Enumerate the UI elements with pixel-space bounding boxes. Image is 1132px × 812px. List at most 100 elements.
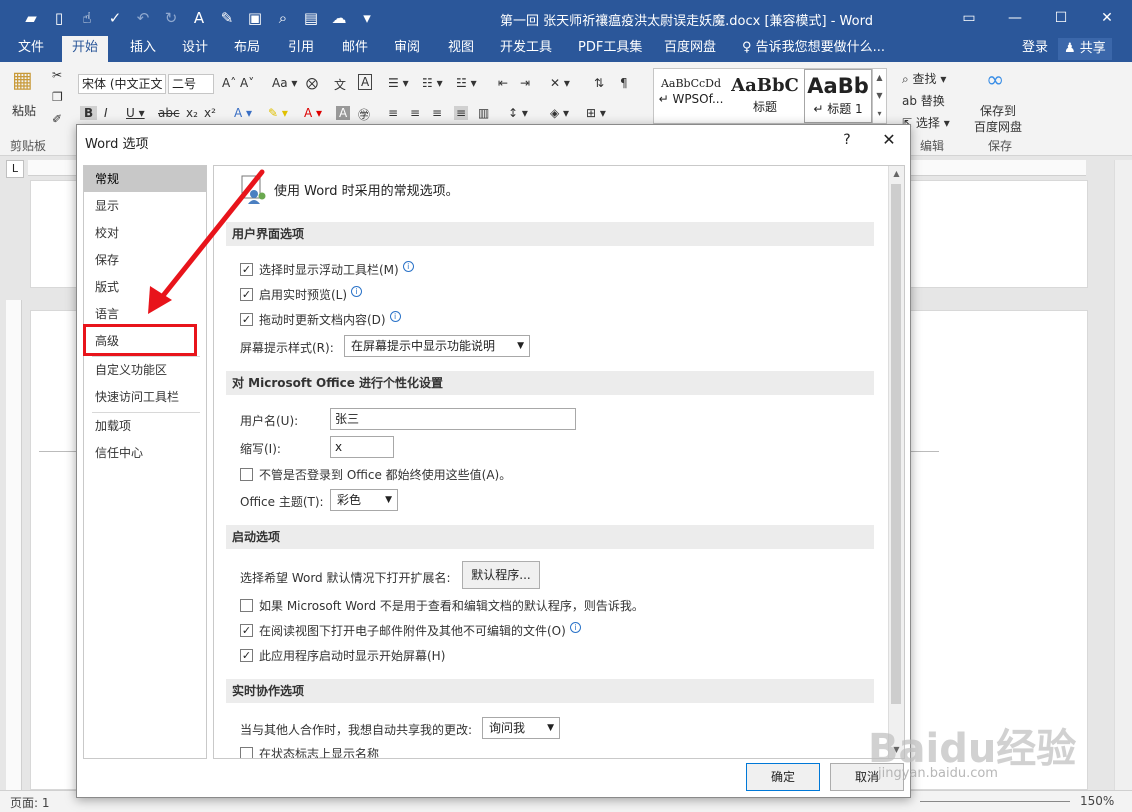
tab-selector[interactable]: L xyxy=(6,160,24,178)
nav-item-typography[interactable]: 版式 xyxy=(84,274,206,300)
styles-scroll[interactable]: ▲ ▼ ▾ xyxy=(872,69,886,123)
zoom-level[interactable]: 150% xyxy=(1080,794,1114,808)
nav-item-trust-center[interactable]: 信任中心 xyxy=(84,440,206,466)
strikethrough-icon[interactable]: abc xyxy=(158,106,180,120)
initials-input[interactable]: x xyxy=(330,436,394,458)
align-right-icon[interactable]: ≡ xyxy=(432,106,442,120)
tab-mailings[interactable]: 邮件 xyxy=(338,36,372,62)
username-input[interactable]: 张三 xyxy=(330,408,576,430)
tell-me-box[interactable]: ♀ 告诉我您想要做什么... xyxy=(742,36,885,60)
tab-file[interactable]: 文件 xyxy=(14,36,48,62)
decrease-indent-icon[interactable]: ⇤ xyxy=(498,76,508,90)
subscript-icon[interactable]: x₂ xyxy=(186,106,198,120)
clear-format-icon[interactable]: ⨂ xyxy=(306,76,318,90)
grow-font-icon[interactable]: A˄ A˅ xyxy=(222,76,254,90)
copy-icon[interactable]: ❐ xyxy=(52,90,63,104)
info-icon[interactable]: i xyxy=(389,311,401,322)
option-start-screen[interactable]: ✓ 此应用程序启动时显示开始屏幕(H) xyxy=(240,647,445,664)
option-update-drag[interactable]: ✓ 拖动时更新文档内容(D) i xyxy=(240,311,401,328)
close-icon[interactable]: ✕ xyxy=(877,129,901,151)
share-changes-select[interactable]: 询问我 ▼ xyxy=(482,717,560,739)
nav-item-general[interactable]: 常规 xyxy=(84,166,206,192)
borders-icon[interactable]: ⊞ ▾ xyxy=(586,106,606,120)
spelling-icon[interactable]: ✓ xyxy=(102,6,128,30)
ribbon-display-options-icon[interactable]: ▭ xyxy=(946,0,992,36)
increase-indent-icon[interactable]: ⇥ xyxy=(520,76,530,90)
underline-icon[interactable]: U ▾ xyxy=(126,106,145,120)
nav-item-add-ins[interactable]: 加载项 xyxy=(84,413,206,439)
character-shading-icon[interactable]: A xyxy=(336,106,351,120)
print-preview-icon[interactable]: ▤ xyxy=(298,6,324,30)
always-use-checkbox[interactable] xyxy=(240,468,253,481)
undo-icon[interactable]: ↶ xyxy=(130,6,156,30)
zoom-slider[interactable] xyxy=(920,801,1070,802)
vertical-ruler[interactable] xyxy=(6,300,22,800)
redo-icon[interactable]: ↻ xyxy=(158,6,184,30)
option-show-names[interactable]: 在状态标志上显示名称 xyxy=(240,745,379,758)
cloud-icon[interactable]: ☁ xyxy=(326,6,352,30)
tab-developer[interactable]: 开发工具 xyxy=(496,36,556,62)
text-effects-icon[interactable]: A ▾ xyxy=(234,106,252,120)
font-size-select[interactable]: 二号 xyxy=(168,74,214,94)
info-icon[interactable]: i xyxy=(569,622,581,633)
scroll-up-icon[interactable]: ▲ xyxy=(889,166,904,182)
start-screen-checkbox[interactable]: ✓ xyxy=(240,649,253,662)
tab-layout[interactable]: 布局 xyxy=(230,36,264,62)
option-always-use[interactable]: 不管是否登录到 Office 都始终使用这些值(A)。 xyxy=(240,466,511,483)
customize-qat-icon[interactable]: ▾ xyxy=(354,6,380,30)
tab-references[interactable]: 引用 xyxy=(284,36,318,62)
font-color-icon[interactable]: A ▾ xyxy=(304,106,322,120)
format-painter-icon[interactable]: ✐ xyxy=(52,112,62,126)
option-reading-view[interactable]: ✓ 在阅读视图下打开电子邮件附件及其他不可编辑的文件(O) i xyxy=(240,622,581,639)
phonetic-guide-icon[interactable]: 文 xyxy=(334,76,346,93)
nav-item-customize-ribbon[interactable]: 自定义功能区 xyxy=(84,357,206,383)
font-icon[interactable]: A xyxy=(186,6,212,30)
character-border-icon[interactable]: A xyxy=(358,74,373,90)
login-link[interactable]: 登录 xyxy=(1022,36,1048,60)
maximize-icon[interactable]: ☐ xyxy=(1038,0,1084,36)
scrollbar-thumb[interactable] xyxy=(891,184,901,704)
default-programs-button[interactable]: 默认程序... xyxy=(462,561,540,589)
paste-button-label[interactable]: 粘贴 xyxy=(12,102,36,119)
new-document-icon[interactable]: ▯ xyxy=(46,6,72,30)
info-icon[interactable]: i xyxy=(402,261,414,272)
line-spacing-icon[interactable]: ↕ ▾ xyxy=(508,106,528,120)
close-window-icon[interactable]: ✕ xyxy=(1084,0,1130,36)
bold-icon[interactable]: B xyxy=(80,106,98,120)
shading-icon[interactable]: ◈ ▾ xyxy=(550,106,569,120)
content-scrollbar[interactable]: ▲ ▼ xyxy=(888,166,904,758)
tab-pdf-tools[interactable]: PDF工具集 xyxy=(574,36,646,62)
sort-icon[interactable]: ⇅ xyxy=(594,76,604,90)
replace-button[interactable]: ab 替换 xyxy=(902,92,945,109)
update-drag-checkbox[interactable]: ✓ xyxy=(240,313,253,326)
find-button[interactable]: ⌕ 查找 ▾ xyxy=(902,70,946,87)
mini-toolbar-checkbox[interactable]: ✓ xyxy=(240,263,253,276)
show-names-checkbox[interactable] xyxy=(240,747,253,758)
distributed-icon[interactable]: ▥ xyxy=(478,106,489,120)
option-live-preview[interactable]: ✓ 启用实时预览(L) i xyxy=(240,286,363,303)
multilevel-list-icon[interactable]: ☳ ▾ xyxy=(456,76,477,90)
option-tell-default[interactable]: 如果 Microsoft Word 不是用于查看和编辑文档的默认程序，则告诉我。 xyxy=(240,597,644,614)
show-marks-icon[interactable]: ¶ xyxy=(620,76,628,90)
nav-item-proofing[interactable]: 校对 xyxy=(84,220,206,246)
font-name-select[interactable]: 宋体 (中文正文 xyxy=(78,74,166,94)
align-left-icon[interactable]: ≡ xyxy=(388,106,398,120)
style-heading-1[interactable]: AaBb ↵ 标题 1 xyxy=(804,69,872,123)
tab-home[interactable]: 开始 xyxy=(62,36,109,62)
tab-design[interactable]: 设计 xyxy=(178,36,212,62)
style-normal[interactable]: AaBbCcDd ↵ WPSOf... xyxy=(656,69,726,123)
ok-button[interactable]: 确定 xyxy=(746,763,820,791)
search-icon[interactable]: ⌕ xyxy=(270,6,296,30)
edit-icon[interactable]: ✎ xyxy=(214,6,240,30)
open-folder-icon[interactable]: ▰ xyxy=(18,6,44,30)
justify-icon[interactable]: ≡ xyxy=(454,106,469,120)
nav-item-quick-access-toolbar[interactable]: 快速访问工具栏 xyxy=(84,384,206,410)
help-icon[interactable]: ? xyxy=(837,129,857,151)
save-to-baidu-label[interactable]: 保存到 xyxy=(980,102,1016,119)
status-page-number[interactable]: 页面: 1 xyxy=(10,794,50,811)
info-icon[interactable]: i xyxy=(351,286,363,297)
nav-item-save[interactable]: 保存 xyxy=(84,247,206,273)
tab-view[interactable]: 视图 xyxy=(444,36,478,62)
theme-select[interactable]: 彩色 ▼ xyxy=(330,489,398,511)
minimize-icon[interactable]: — xyxy=(992,0,1038,36)
